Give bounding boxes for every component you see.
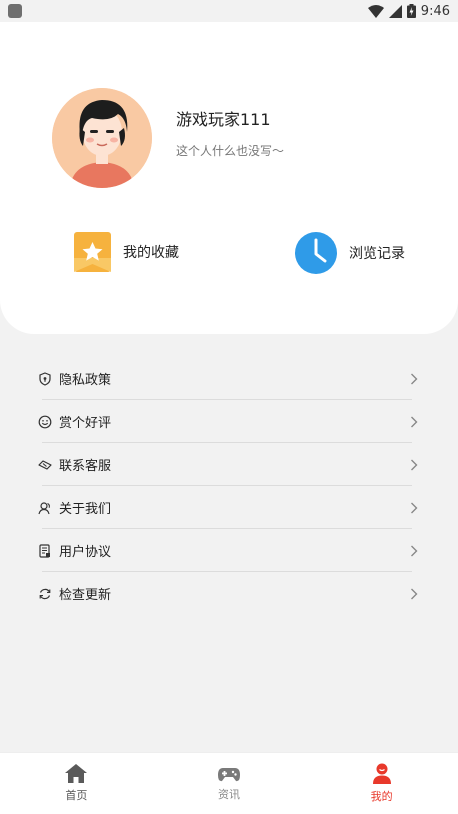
chevron-right-icon [410,373,418,385]
menu-item-check-update[interactable]: 检查更新 [38,572,418,615]
menu-item-customer-service[interactable]: 联系客服 [38,443,418,486]
nav-label-news: 资讯 [218,787,240,801]
bottom-nav: 首页 资讯 我的 [0,752,458,814]
avatar-illustration [52,88,152,188]
chevron-right-icon [410,588,418,600]
people-icon [38,501,52,515]
chevron-right-icon [410,416,418,428]
bookmark-star-icon [74,232,111,272]
nav-label-home: 首页 [65,789,88,802]
nav-item-mine[interactable]: 我的 [305,753,458,814]
handshake-icon [38,458,52,472]
shield-icon [38,371,52,386]
menu-item-about-us[interactable]: 关于我们 [38,486,418,529]
status-right: 9:46 [367,3,450,19]
nav-label-mine: 我的 [370,790,393,803]
home-icon [65,764,88,783]
menu-item-privacy-policy[interactable]: 隐私政策 [38,357,418,400]
avatar[interactable] [52,88,152,188]
clock-icon [295,232,337,274]
chevron-right-icon [410,545,418,557]
app-notification-icon [8,4,22,18]
chevron-right-icon [410,502,418,514]
menu-label: 联系客服 [59,459,112,474]
menu-label: 关于我们 [59,502,112,517]
profile-bio: 这个人什么也没写～ [176,144,285,158]
wifi-icon [367,4,384,18]
favorites-shortcut[interactable]: 我的收藏 [74,232,179,272]
smile-icon [38,415,52,429]
menu-label: 用户协议 [59,545,112,560]
menu-item-user-agreement[interactable]: 用户协议 [38,529,418,572]
menu-label: 检查更新 [59,588,112,603]
nav-item-news[interactable]: 资讯 [153,753,306,814]
nav-item-home[interactable]: 首页 [0,753,153,814]
history-label: 浏览记录 [349,246,405,262]
chevron-right-icon [410,459,418,471]
menu-item-rate-app[interactable]: 赏个好评 [38,400,418,443]
profile-card: 游戏玩家111 这个人什么也没写～ 我的收藏 浏览记录 [0,22,458,334]
favorites-label: 我的收藏 [123,245,179,261]
gamepad-icon [218,767,240,781]
menu-label: 隐私政策 [59,373,112,388]
cellular-signal-icon [388,4,402,18]
history-shortcut[interactable]: 浏览记录 [295,232,405,274]
user-icon [372,763,391,784]
menu-label: 赏个好评 [59,416,112,431]
refresh-icon [38,587,52,601]
status-bar: 9:46 [0,0,458,22]
battery-charging-icon [406,4,416,18]
settings-menu: 隐私政策 赏个好评 联系客服 关于我们 用户协议 检查更新 [0,357,458,615]
document-icon [38,543,52,558]
status-time: 9:46 [420,3,450,19]
username: 游戏玩家111 [176,110,271,129]
